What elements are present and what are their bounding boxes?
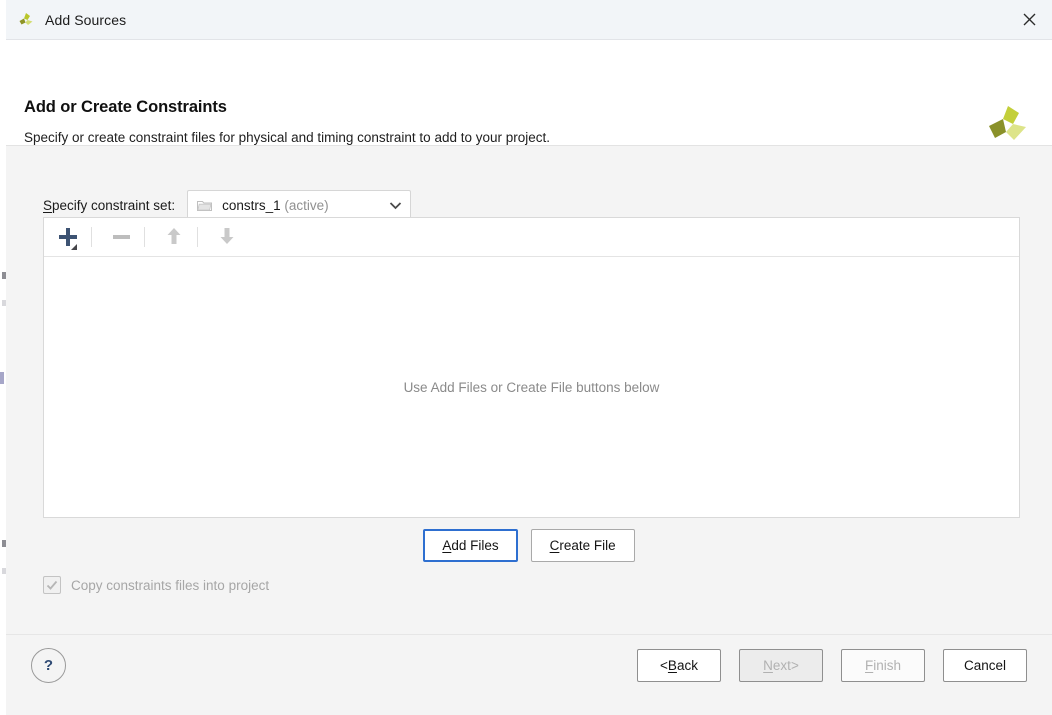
caret-down-icon: [71, 244, 77, 250]
dialog-title: Add Sources: [45, 11, 127, 28]
empty-list-hint: Use Add Files or Create File buttons bel…: [403, 379, 660, 395]
minus-icon: [112, 235, 130, 239]
next-suffix: >: [790, 658, 799, 673]
dialog-body: Specify constraint set: constrs_1 (activ…: [6, 146, 1052, 634]
dialog-titlebar: Add Sources: [6, 0, 1052, 40]
add-files-mnemonic: A: [442, 538, 452, 553]
vivado-logo-icon: [17, 11, 35, 29]
panel-toolbar: [44, 218, 1019, 257]
page-subtitle: Specify or create constraint files for p…: [24, 130, 551, 145]
help-button[interactable]: ?: [31, 648, 66, 683]
create-file-mnemonic: C: [549, 538, 560, 553]
next-button[interactable]: Next >: [739, 649, 823, 682]
back-button[interactable]: < Back: [637, 649, 721, 682]
move-up-button[interactable]: [158, 222, 190, 252]
constraint-set-name: constrs_1: [222, 198, 281, 213]
toolbar-divider: [91, 227, 92, 247]
copy-constraints-option[interactable]: Copy constraints files into project: [43, 576, 269, 594]
back-label: ack: [676, 658, 698, 673]
arrow-down-icon: [219, 227, 235, 248]
next-label: ext: [772, 658, 791, 673]
copy-constraints-checkbox[interactable]: [43, 576, 61, 594]
finish-label: inish: [873, 658, 901, 673]
finish-button[interactable]: Finish: [841, 649, 925, 682]
finish-mnemonic: F: [864, 658, 874, 673]
create-file-button[interactable]: Create File: [530, 529, 635, 562]
arrow-up-icon: [166, 227, 182, 248]
close-icon[interactable]: [1006, 0, 1052, 38]
add-sources-button[interactable]: [52, 222, 84, 252]
file-action-buttons: Add Files Create File: [6, 529, 1052, 562]
dialog-header: Add or Create Constraints Specify or cre…: [6, 40, 1052, 146]
dialog-footer: ? < Back Next > Finish Cancel: [6, 634, 1052, 715]
add-files-button[interactable]: Add Files: [423, 529, 518, 562]
copy-constraints-label: Copy constraints files into project: [71, 577, 270, 593]
chevron-down-icon[interactable]: [380, 201, 410, 210]
back-mnemonic: B: [667, 658, 677, 673]
page-title: Add or Create Constraints: [24, 98, 227, 116]
toolbar-divider: [144, 227, 145, 247]
remove-source-button[interactable]: [105, 222, 137, 252]
add-sources-dialog: Add Sources Add or Create Constraints Sp…: [6, 0, 1052, 715]
cancel-label: Cancel: [963, 658, 1007, 673]
next-mnemonic: N: [763, 658, 773, 673]
toolbar-divider: [197, 227, 198, 247]
create-file-label: reate File: [559, 538, 616, 553]
folder-icon: [197, 199, 213, 212]
back-prefix: <: [660, 658, 668, 673]
constraint-set-label-rest: pecify constraint set:: [52, 198, 176, 213]
constraint-files-list[interactable]: Use Add Files or Create File buttons bel…: [44, 257, 1019, 517]
cancel-button[interactable]: Cancel: [943, 649, 1027, 682]
constraint-files-panel: Use Add Files or Create File buttons bel…: [43, 217, 1020, 518]
plus-icon: [58, 227, 78, 250]
constraint-set-label-mnemonic: S: [43, 198, 53, 213]
constraint-set-value: constrs_1 (active): [222, 198, 329, 213]
constraint-set-state: (active): [284, 198, 329, 213]
constraint-set-label: Specify constraint set:: [43, 198, 175, 213]
move-down-button[interactable]: [211, 222, 243, 252]
amd-vivado-logo-icon: [984, 102, 1028, 146]
add-files-label: dd Files: [451, 538, 499, 553]
wizard-navigation-buttons: < Back Next > Finish Cancel: [637, 649, 1027, 682]
